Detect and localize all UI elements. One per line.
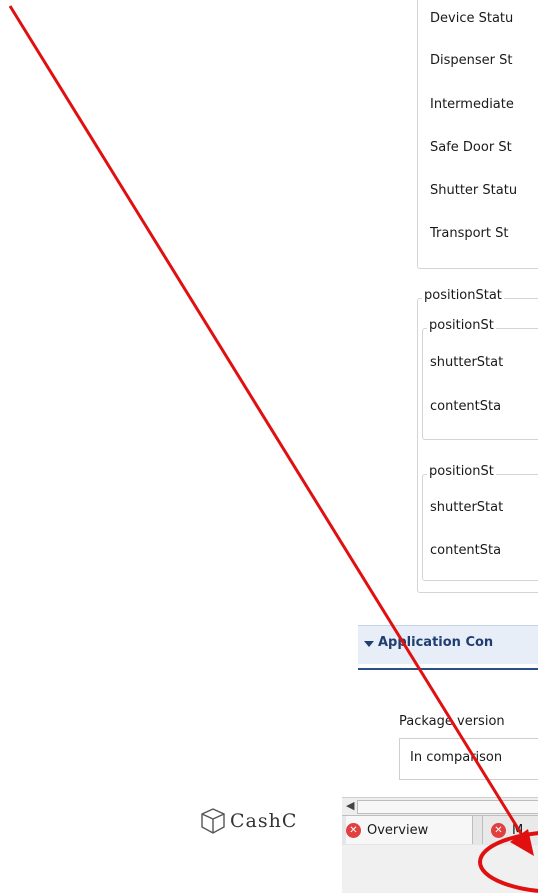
annotation-overlay	[8, 5, 538, 893]
annotation-arrow-line	[8, 5, 532, 849]
